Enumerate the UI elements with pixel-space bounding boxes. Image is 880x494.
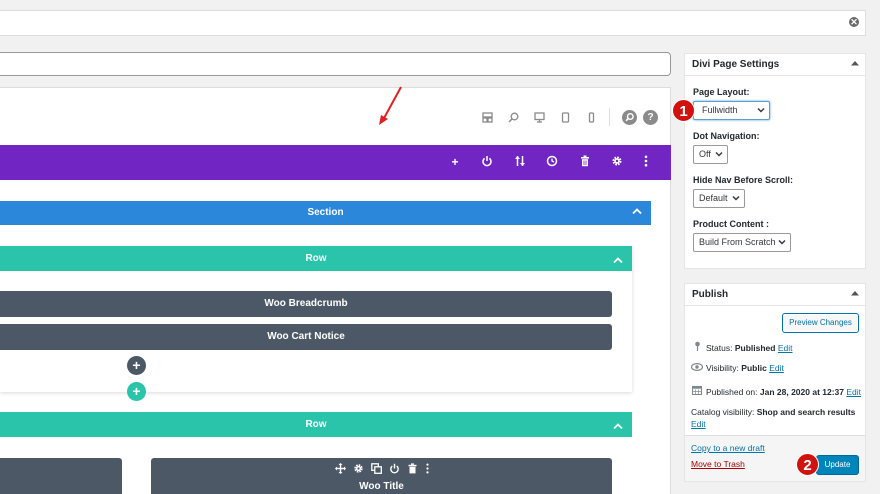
phone-icon[interactable] xyxy=(585,112,597,124)
section-label: Section xyxy=(307,207,344,218)
dot-navigation-label: Dot Navigation: xyxy=(693,131,760,141)
page-layout-label: Page Layout: xyxy=(693,87,750,97)
chevron-down-icon xyxy=(732,190,740,213)
chevron-down-icon xyxy=(757,102,765,125)
pin-icon xyxy=(691,341,703,353)
status-row: Status: Published Edit xyxy=(691,341,793,353)
collapse-caret-icon[interactable] xyxy=(851,60,859,68)
select-value: Default xyxy=(699,193,728,203)
eye-icon xyxy=(690,362,704,373)
published-on-row: Published on: Jan 28, 2020 at 12:37 Edit xyxy=(691,385,861,397)
sort-icon[interactable] xyxy=(513,155,527,169)
section-bar[interactable]: Section xyxy=(0,201,651,225)
plus-icon[interactable]: + xyxy=(448,155,462,169)
hide-nav-select[interactable]: Default xyxy=(693,189,745,208)
step-badge-2: 2 xyxy=(796,453,819,476)
module-label: Woo Breadcrumb xyxy=(264,298,348,309)
row-bar[interactable]: Row xyxy=(0,412,632,437)
add-row-button[interactable]: + xyxy=(127,382,146,401)
toolbar-divider xyxy=(609,108,610,126)
row-bar[interactable]: Row xyxy=(0,246,632,271)
power-icon[interactable] xyxy=(388,463,400,475)
post-title-input[interactable] xyxy=(0,52,671,76)
edit-visibility-link[interactable]: Edit xyxy=(769,363,784,373)
catalog-label: Catalog visibility: xyxy=(691,407,755,417)
edit-catalog-link[interactable]: Edit xyxy=(691,419,706,429)
copy-to-draft-link[interactable]: Copy to a new draft xyxy=(691,443,765,453)
product-content-label: Product Content : xyxy=(693,219,769,229)
history-icon[interactable] xyxy=(545,155,559,169)
select-value: Build From Scratch xyxy=(699,237,776,247)
help-icon[interactable]: ? xyxy=(643,110,658,125)
wireframe-icon[interactable] xyxy=(481,112,493,124)
edit-date-link[interactable]: Edit xyxy=(846,387,861,397)
trash-icon[interactable] xyxy=(406,463,418,475)
collapse-caret-icon[interactable] xyxy=(851,290,859,298)
hide-nav-label: Hide Nav Before Scroll: xyxy=(693,175,794,185)
select-value: Fullwidth xyxy=(702,105,738,115)
status-value: Published xyxy=(734,343,776,353)
calendar-icon xyxy=(691,385,703,397)
page-layout-select[interactable]: Fullwidth xyxy=(693,101,770,120)
update-button[interactable]: Update xyxy=(816,455,859,475)
tablet-icon[interactable] xyxy=(559,112,571,124)
power-icon[interactable] xyxy=(480,155,494,169)
box-title-text: Publish xyxy=(692,289,729,300)
module-label: Woo Cart Notice xyxy=(267,331,345,342)
section-settings-bar xyxy=(0,145,671,180)
add-module-button[interactable]: + xyxy=(127,356,146,375)
preview-changes-button[interactable]: Preview Changes xyxy=(782,313,859,333)
catalog-value: Shop and search results xyxy=(756,407,856,417)
close-icon[interactable]: ✕ xyxy=(849,17,859,27)
published-on-label: Published on: xyxy=(706,387,758,397)
chevron-down-icon xyxy=(778,234,786,257)
search-icon[interactable] xyxy=(622,110,637,125)
visibility-value: Public xyxy=(741,363,767,373)
module-woo-cart-notice[interactable]: Woo Cart Notice xyxy=(0,324,612,350)
top-bar xyxy=(0,10,866,36)
status-label: Status: xyxy=(706,343,733,353)
gear-icon[interactable] xyxy=(352,463,364,475)
product-content-select[interactable]: Build From Scratch xyxy=(693,233,791,252)
dot-navigation-select[interactable]: Off xyxy=(693,145,728,164)
select-value: Off xyxy=(699,149,711,159)
step-badge-1: 1 xyxy=(672,99,695,122)
catalog-visibility-row: Catalog visibility: Shop and search resu… xyxy=(691,407,855,417)
more-icon[interactable] xyxy=(421,463,433,475)
row-label: Row xyxy=(305,419,327,430)
trash-icon[interactable] xyxy=(578,155,592,169)
row-label: Row xyxy=(305,253,327,264)
visibility-row: Visibility: Public Edit xyxy=(690,362,784,373)
desktop-icon[interactable] xyxy=(533,112,545,124)
gear-icon[interactable] xyxy=(610,155,624,169)
visibility-label: Visibility: xyxy=(706,363,739,373)
chevron-up-icon[interactable] xyxy=(613,419,623,433)
published-on-value: Jan 28, 2020 at 12:37 xyxy=(759,387,845,397)
module-placeholder[interactable] xyxy=(0,458,122,494)
divi-settings-title[interactable]: Divi Page Settings xyxy=(684,53,866,76)
publish-title[interactable]: Publish xyxy=(684,283,866,306)
chevron-up-icon[interactable] xyxy=(613,253,623,267)
box-title-text: Divi Page Settings xyxy=(692,59,780,70)
more-icon[interactable] xyxy=(639,155,653,169)
chevron-up-icon[interactable] xyxy=(632,207,642,218)
move-icon[interactable] xyxy=(334,463,346,475)
duplicate-icon[interactable] xyxy=(370,463,382,475)
edit-status-link[interactable]: Edit xyxy=(778,343,793,353)
module-woo-breadcrumb[interactable]: Woo Breadcrumb xyxy=(0,291,612,317)
red-arrow-annotation xyxy=(379,86,402,125)
module-label: Woo Title xyxy=(359,481,404,492)
chevron-down-icon xyxy=(715,146,723,169)
move-to-trash-link[interactable]: Move to Trash xyxy=(691,459,745,469)
zoom-icon[interactable] xyxy=(507,112,519,124)
